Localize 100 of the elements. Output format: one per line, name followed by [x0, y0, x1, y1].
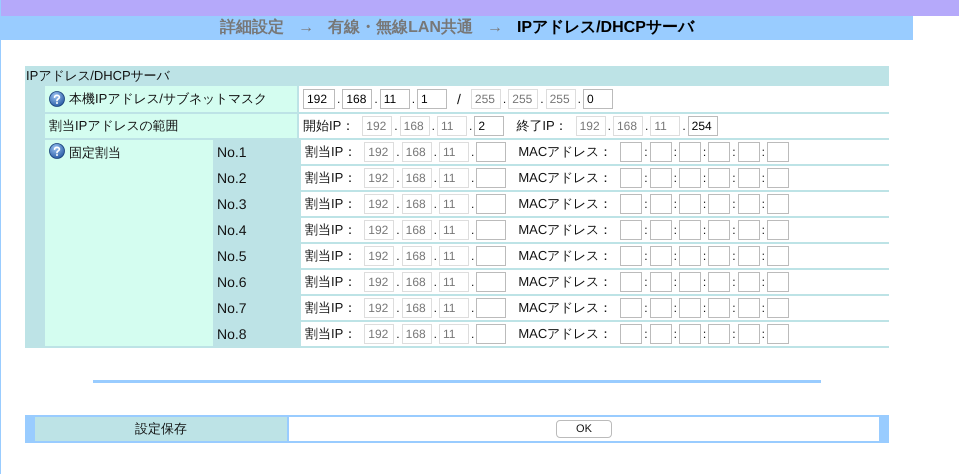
- separator: .: [434, 248, 437, 265]
- separator: :: [674, 300, 677, 317]
- field-label: MACアドレス：: [518, 195, 612, 214]
- ip-field[interactable]: [678, 194, 701, 214]
- ip-field[interactable]: [620, 168, 642, 188]
- field-label: 割当IP：: [305, 143, 356, 162]
- ip-field[interactable]: [650, 220, 672, 240]
- ip-field[interactable]: [678, 246, 701, 266]
- ip-field[interactable]: [738, 324, 760, 344]
- ip-field[interactable]: [708, 246, 730, 266]
- ip-field[interactable]: 192: [303, 89, 335, 109]
- separator: :: [762, 248, 765, 265]
- ip-field[interactable]: [708, 220, 730, 240]
- ip-field[interactable]: [620, 298, 642, 318]
- separator: .: [432, 118, 435, 135]
- ip-field[interactable]: [476, 194, 506, 214]
- separator: .: [396, 144, 400, 161]
- ip-field[interactable]: [738, 194, 760, 214]
- ip-field[interactable]: [476, 168, 506, 188]
- ip-field[interactable]: [678, 272, 701, 292]
- ip-field[interactable]: [650, 168, 672, 188]
- ip-field[interactable]: [766, 324, 789, 344]
- ip-field[interactable]: [708, 194, 730, 214]
- ip-field[interactable]: [678, 168, 701, 188]
- ip-field[interactable]: 254: [688, 116, 718, 136]
- ip-field[interactable]: [708, 324, 730, 344]
- separator: .: [470, 326, 474, 343]
- ip-field[interactable]: [476, 324, 506, 344]
- separator: :: [702, 144, 706, 161]
- separator: :: [732, 274, 736, 291]
- ip-field[interactable]: [738, 246, 760, 266]
- ip-field[interactable]: 2: [474, 116, 504, 136]
- ip-field[interactable]: [708, 168, 730, 188]
- ip-field[interactable]: [620, 272, 642, 292]
- separator: .: [337, 91, 340, 108]
- ip-field[interactable]: [650, 324, 672, 344]
- ip-field[interactable]: [708, 298, 730, 318]
- ip-field[interactable]: [766, 298, 789, 318]
- ip-field[interactable]: [650, 272, 672, 292]
- breadcrumb-item: →: [486, 18, 503, 38]
- ip-field[interactable]: [620, 142, 642, 162]
- separator: :: [762, 222, 765, 239]
- ip-field[interactable]: [650, 246, 672, 266]
- ip-field[interactable]: [476, 142, 506, 162]
- ip-field[interactable]: [620, 194, 642, 214]
- ip-field[interactable]: [766, 272, 789, 292]
- separator: :: [762, 326, 765, 343]
- ip-field[interactable]: [650, 142, 672, 162]
- separator: :: [702, 196, 706, 213]
- entry-number: No.5: [217, 246, 247, 266]
- ip-field[interactable]: [766, 194, 789, 214]
- ip-field[interactable]: [738, 298, 760, 318]
- ip-field[interactable]: [766, 142, 789, 162]
- ip-field[interactable]: [650, 298, 672, 318]
- ip-field[interactable]: [476, 272, 506, 292]
- separator: .: [502, 91, 506, 108]
- separator: :: [702, 170, 706, 187]
- ip-field[interactable]: 168: [342, 89, 372, 109]
- ip-field[interactable]: [678, 324, 701, 344]
- ip-field[interactable]: [738, 142, 760, 162]
- ok-button[interactable]: OK: [556, 420, 612, 438]
- ip-field[interactable]: [650, 194, 672, 214]
- ip-field[interactable]: [678, 142, 701, 162]
- ip-field[interactable]: [766, 220, 789, 240]
- separator: .: [434, 300, 437, 317]
- entry-number: No.3: [217, 194, 247, 214]
- separator: .: [434, 196, 437, 213]
- breadcrumb-item: IPアドレス/DHCPサーバ: [516, 18, 694, 38]
- ip-field[interactable]: [476, 246, 506, 266]
- ip-field[interactable]: [620, 324, 642, 344]
- entry-number: No.6: [217, 272, 247, 292]
- ip-field[interactable]: 1: [417, 89, 448, 109]
- help-icon[interactable]: [49, 143, 65, 159]
- field-label: 割当IP：: [305, 273, 356, 292]
- ip-field[interactable]: [766, 246, 789, 266]
- separator: :: [732, 144, 736, 161]
- ip-field[interactable]: [678, 298, 701, 318]
- ip-field[interactable]: [476, 298, 506, 318]
- separator: .: [434, 170, 437, 187]
- ip-field[interactable]: [476, 220, 506, 240]
- ip-field[interactable]: [620, 246, 642, 266]
- separator: :: [702, 326, 706, 343]
- separator: :: [702, 274, 706, 291]
- ip-field[interactable]: [738, 272, 760, 292]
- label-text: 固定割当: [69, 144, 121, 162]
- entry-number: No.2: [217, 168, 247, 188]
- ip-field[interactable]: [678, 220, 701, 240]
- ip-field[interactable]: [708, 142, 730, 162]
- label-text: 本機IPアドレス/サブネットマスク: [69, 90, 267, 108]
- separator: .: [470, 248, 474, 265]
- help-icon[interactable]: [49, 91, 65, 107]
- ip-field[interactable]: [620, 220, 642, 240]
- ip-field[interactable]: [766, 168, 789, 188]
- ip-field[interactable]: [708, 272, 730, 292]
- ip-field[interactable]: [738, 168, 760, 188]
- separator: .: [394, 118, 398, 135]
- ip-field[interactable]: [738, 220, 760, 240]
- ip-field[interactable]: 0: [582, 89, 613, 109]
- ip-field[interactable]: 11: [380, 89, 410, 109]
- separator: :: [644, 326, 648, 343]
